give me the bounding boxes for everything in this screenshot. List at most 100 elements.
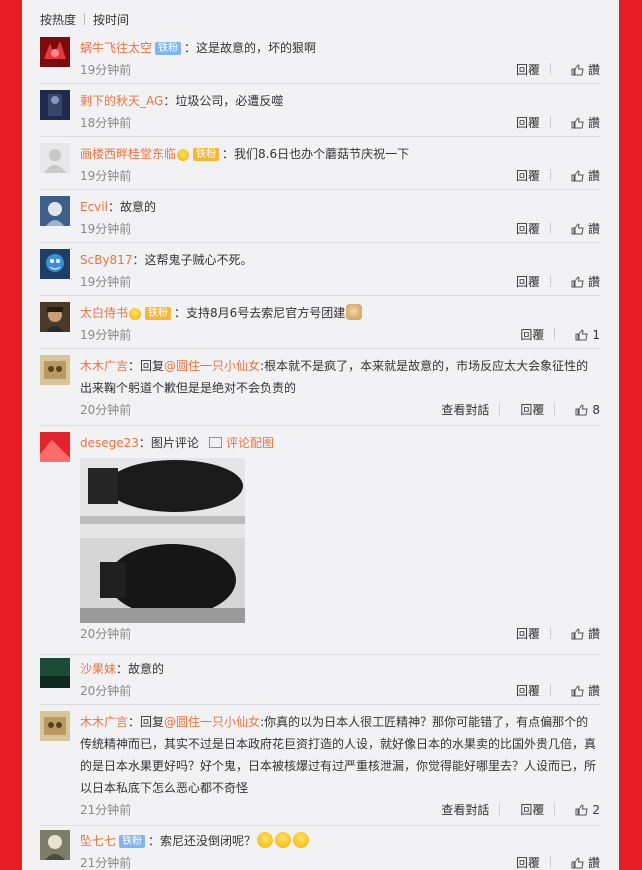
username-link[interactable]: 木木广言 [80,715,128,729]
like-button[interactable]: 讚 [571,856,600,870]
like-button[interactable]: 8 [575,403,600,417]
view-conversation-button[interactable]: 查看對話 [441,403,489,417]
comment-content: 坠七七 铁粉 ：索尼还没倒闭呢？ [80,830,600,852]
like-count: 讚 [587,116,600,130]
like-button[interactable]: 1 [575,328,600,342]
avatar[interactable] [40,658,70,688]
comment-content: 沙果妹：故意的 [80,658,600,680]
comment-text: 我们8.6日也办个蘑菇节庆祝一下 [234,147,410,161]
action-divider [549,856,551,868]
reply-button[interactable]: 回覆 [520,803,544,817]
like-button[interactable]: 讚 [571,275,600,289]
avatar[interactable] [40,432,70,462]
action-divider [549,684,551,696]
separator: ： [148,834,161,848]
username-link[interactable]: desege23 [80,436,139,450]
comment-content: 太白侍书 铁粉 ：支持8月6号去索尼官方号团建 [80,302,600,324]
avatar[interactable] [40,830,70,860]
like-button[interactable]: 讚 [571,63,600,77]
fan-badge: 铁粉 [155,42,182,55]
mention-link[interactable]: @圆住一只小仙女 [164,359,260,373]
reply-button[interactable]: 回覆 [516,627,540,641]
comment-text: 支持8月6号去索尼官方号团建 [186,306,346,320]
avatar[interactable] [40,249,70,279]
comment-content: ScBy817：这帮鬼子贼心不死。 [80,249,600,271]
separator: ： [128,715,141,729]
comment-content: 蜗牛飞往太空 铁粉 ：这是故意的，坏的狠啊 [80,37,600,59]
avatar[interactable] [40,355,70,385]
mention-link[interactable]: @圆住一只小仙女 [164,715,260,729]
reply-button[interactable]: 回覆 [516,63,540,77]
comment-item: 画楼西畔桂堂东临 铁粉 ：我们8.6日也办个蘑菇节庆祝一下 19分钟前 回覆 讚 [40,143,600,190]
like-button[interactable]: 讚 [571,684,600,698]
separator: ： [116,662,129,676]
like-count: 讚 [587,275,600,289]
comment-text: 垃圾公司，必遭反噬 [175,94,284,108]
comment-item: 坠七七 铁粉 ：索尼还没倒闭呢？ 21分钟前 回覆 讚 [40,830,600,870]
username-link[interactable]: 太白侍书 [80,306,128,320]
comment-item: desege23：图片评论 评论配图 20分钟前 回覆 讚 [40,432,600,655]
like-button[interactable]: 讚 [571,116,600,130]
reply-button[interactable]: 回覆 [520,328,544,342]
thumbs-up-icon [571,170,584,182]
username-link[interactable]: 沙果妹 [80,662,116,676]
like-count: 讚 [587,856,600,870]
action-divider [554,403,556,415]
sort-by-hot-tab[interactable]: 按热度 [40,13,76,27]
sort-by-time-tab[interactable]: 按时间 [93,13,129,27]
thumbs-up-icon [571,857,584,869]
like-count: 讚 [587,627,600,641]
like-button[interactable]: 2 [575,803,600,817]
like-count: 8 [592,403,600,417]
thumbs-up-icon [571,276,584,288]
reply-button[interactable]: 回覆 [520,403,544,417]
username-link[interactable]: 蜗牛飞往太空 [80,41,152,55]
comment-image[interactable] [80,458,245,623]
view-conversation-button[interactable]: 查看對話 [441,803,489,817]
username-link[interactable]: 坠七七 [80,834,116,848]
thumbs-up-icon [575,329,588,341]
fan-badge: 铁粉 [145,307,172,320]
avatar[interactable] [40,90,70,120]
username-link[interactable]: 木木广言 [80,359,128,373]
username-link[interactable]: Ecvil [80,200,108,214]
reply-button[interactable]: 回覆 [516,169,540,183]
member-crown-icon [177,149,190,161]
reply-button[interactable]: 回覆 [516,116,540,130]
comment-item: 剩下的秋天_AG：垃圾公司，必遭反噬 18分钟前 回覆 讚 [40,90,600,137]
action-divider [554,328,556,340]
thumbs-up-icon [575,404,588,416]
atomic-bomb-image [80,458,245,623]
username-link[interactable]: 剩下的秋天_AG [80,94,163,108]
separator: ： [184,41,197,55]
reply-button[interactable]: 回覆 [516,222,540,236]
comment-time: 19分钟前 [80,275,132,289]
like-button[interactable]: 讚 [571,222,600,236]
username-link[interactable]: ScBy817 [80,253,132,267]
avatar[interactable] [40,37,70,67]
smile-emoji-icon [275,832,292,848]
reply-button[interactable]: 回覆 [516,856,540,870]
avatar[interactable] [40,143,70,173]
reply-button[interactable]: 回覆 [516,684,540,698]
thumbs-up-icon [571,117,584,129]
like-count: 讚 [587,63,600,77]
username-link[interactable]: 画楼西畔桂堂东临 [80,147,176,161]
avatar[interactable] [40,302,70,332]
comment-text: 故意的 [128,662,165,676]
like-button[interactable]: 讚 [571,627,600,641]
tab-divider [84,13,86,25]
comment-item: 沙果妹：故意的 20分钟前 回覆 讚 [40,658,600,705]
comment-time: 21分钟前 [80,856,132,870]
comment-picture-link[interactable]: 评论配图 [226,436,274,450]
like-count: 1 [592,328,600,342]
avatar[interactable] [40,711,70,741]
action-divider [549,169,551,181]
reply-button[interactable]: 回覆 [516,275,540,289]
avatar[interactable] [40,196,70,226]
like-button[interactable]: 讚 [571,169,600,183]
comment-content: 木木广言：回复@圆住一只小仙女:你真的以为日本人很工匠精神？那你可能错了，有点偏… [80,711,600,799]
action-divider [554,803,556,815]
fan-badge: 铁粉 [193,148,220,161]
comment-item: 木木广言：回复@圆住一只小仙女:你真的以为日本人很工匠精神？那你可能错了，有点偏… [40,711,600,826]
